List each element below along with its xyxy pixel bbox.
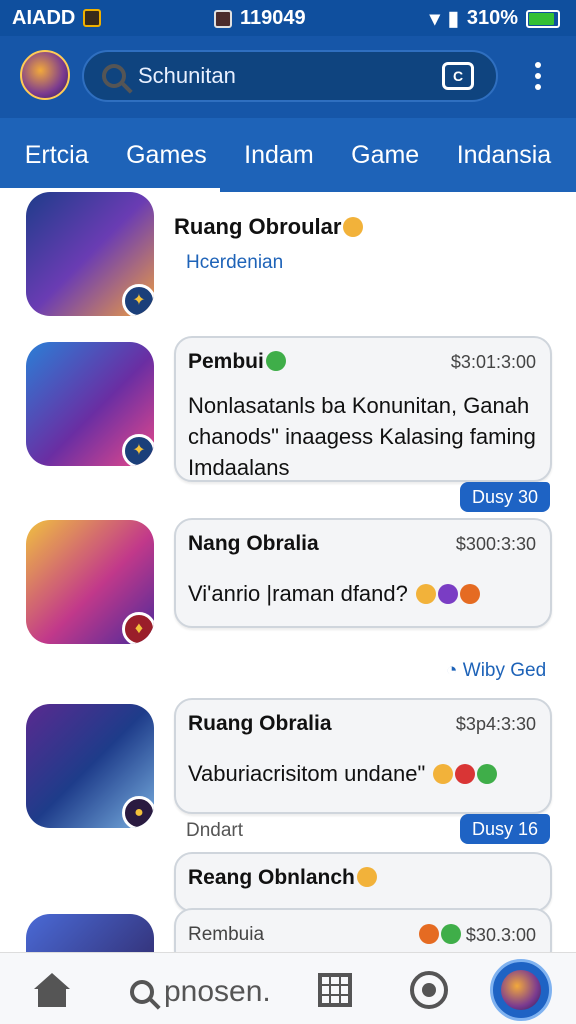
profile-avatar[interactable] xyxy=(490,959,552,1021)
search-icon xyxy=(130,980,154,1004)
rank-badge-icon: ✦ xyxy=(122,284,154,316)
message-bubble[interactable]: Pembui $3:01:3:00 Nonlasatanls ba Konuni… xyxy=(174,336,552,482)
search-bar[interactable]: Schunitan C xyxy=(82,50,498,102)
timestamp: $300:3:30 xyxy=(455,534,536,554)
message-text: Vaburiacrisitom undane" xyxy=(188,758,498,789)
wifi-icon: ▾ xyxy=(429,8,440,30)
app-icon xyxy=(214,9,232,28)
timestamp: $30.3:00 xyxy=(417,924,536,946)
message-bubble[interactable]: Nang Obralia $300:3:30 Vi'anrio |raman d… xyxy=(174,518,552,628)
tab-4[interactable]: Game xyxy=(351,141,419,170)
status-bar: AIADD 119049 ▾ ▮ 310% xyxy=(0,0,576,36)
battery-text: 310% xyxy=(466,7,518,29)
message-bubble[interactable]: Ruang Obralia $3p4:3:30 Vaburiacrisitom … xyxy=(174,698,552,814)
reaction-meta[interactable]: ◔ Wiby Ged xyxy=(446,660,546,682)
timestamp: $3p4:3:30 xyxy=(455,714,536,734)
rank-badge-icon: ● xyxy=(122,796,154,828)
signal-icon: ▮ xyxy=(447,8,459,30)
avatar[interactable]: ● xyxy=(26,704,154,828)
target-icon[interactable] xyxy=(410,971,448,1009)
avatar[interactable] xyxy=(26,914,154,952)
emoji-icon xyxy=(343,217,364,237)
camera-icon[interactable]: C xyxy=(442,62,474,90)
message-text: Nonlasatanls ba Konunitan, Ganah chanods… xyxy=(188,393,536,480)
more-options-icon[interactable] xyxy=(528,62,548,96)
grid-icon[interactable] xyxy=(318,973,352,1007)
bottom-nav: pnosen. xyxy=(0,952,576,1024)
tab-3[interactable]: Indam xyxy=(244,141,313,170)
feed: ✦ Ruang Obroular Hcerdenian ✦ Pembui $3:… xyxy=(0,192,576,952)
reaction-icon: ◔ xyxy=(446,660,463,681)
emoji-icon xyxy=(356,867,377,887)
avatar[interactable]: ✦ xyxy=(26,192,154,316)
tab-2[interactable]: Games xyxy=(126,141,207,170)
sender-name: Reang Obnlanch xyxy=(188,866,377,890)
nav-search-label: pnosen. xyxy=(164,975,271,1008)
tab-5[interactable]: Indansia xyxy=(457,141,552,170)
search-input[interactable]: Schunitan xyxy=(138,63,236,89)
carrier-text: AIADD xyxy=(12,6,76,29)
battery-icon xyxy=(526,9,560,28)
notification-icon xyxy=(83,9,102,27)
message-label: Dndart xyxy=(186,820,244,841)
message-text: Vi'anrio |raman dfand? xyxy=(188,578,480,609)
nav-search[interactable]: pnosen. xyxy=(130,975,271,1009)
message-bubble[interactable]: Reang Obnlanch xyxy=(174,852,552,912)
avatar[interactable]: ♦ xyxy=(26,520,154,644)
sender-name: Rembuia xyxy=(188,924,265,945)
user-avatar[interactable] xyxy=(20,50,70,100)
status-time: 119049 xyxy=(240,7,306,29)
timestamp: $3:01:3:00 xyxy=(450,352,536,372)
home-icon[interactable] xyxy=(34,973,70,1007)
reply-count-badge[interactable]: Dusy 30 xyxy=(460,482,551,512)
rank-badge-icon: ♦ xyxy=(122,612,154,644)
emoji-icon xyxy=(265,351,286,371)
avatar[interactable]: ✦ xyxy=(26,342,154,466)
sender-name: Nang Obralia xyxy=(188,532,319,555)
tab-bar: Ertcia Games Indam Game Indansia xyxy=(0,118,576,192)
search-icon xyxy=(102,64,126,88)
message-bubble[interactable]: Rembuia $30.3:00 xyxy=(174,908,552,952)
tab-1[interactable]: Ertcia xyxy=(25,141,89,170)
app-bar: Schunitan C xyxy=(0,36,576,118)
sender-name: Ruang Obralia xyxy=(188,712,332,735)
feed-title: Ruang Obroular xyxy=(174,214,364,240)
sender-name: Pembui xyxy=(188,350,286,374)
reply-count-badge[interactable]: Dusy 16 xyxy=(460,814,551,844)
feed-subtitle: Hcerdenian xyxy=(186,252,284,273)
rank-badge-icon: ✦ xyxy=(122,434,154,466)
